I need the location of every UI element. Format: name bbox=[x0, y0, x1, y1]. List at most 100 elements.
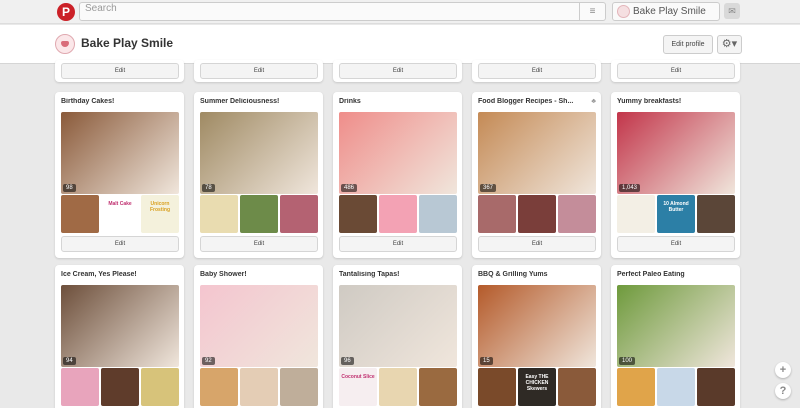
pin-count-badge: 367 bbox=[480, 184, 497, 192]
board-thumbnail[interactable] bbox=[141, 368, 179, 406]
pin-count-badge: 486 bbox=[341, 184, 358, 192]
pin-count-badge: 92 bbox=[202, 357, 215, 365]
board-cover-image[interactable]: 367 bbox=[478, 112, 596, 194]
board-title[interactable]: Food Blogger Recipes - Sh... bbox=[478, 98, 594, 105]
board-title[interactable]: Drinks bbox=[339, 98, 455, 105]
profile-header: Bake Play Smile Edit profile ⚙▾ bbox=[0, 25, 800, 64]
pin-count-badge: 100 bbox=[619, 357, 636, 365]
user-avatar bbox=[617, 5, 630, 18]
board-thumbnail[interactable] bbox=[419, 195, 457, 233]
add-pin-button[interactable]: + bbox=[775, 362, 791, 378]
board-thumbnails: Coconut Slice bbox=[339, 368, 457, 406]
board-thumbnail[interactable] bbox=[379, 368, 417, 406]
thumbnail-caption: Easy THE CHICKEN Skewers bbox=[525, 374, 549, 392]
edit-board-button[interactable]: Edit bbox=[339, 63, 457, 79]
board-thumbnails bbox=[200, 368, 318, 406]
board-card[interactable]: Baby Shower! 92 bbox=[194, 265, 323, 408]
profile-avatar[interactable] bbox=[55, 34, 75, 54]
board-card[interactable]: Tantalising Tapas! 96 Coconut Slice bbox=[333, 265, 462, 408]
board-thumbnail[interactable] bbox=[478, 195, 516, 233]
board-thumbnail[interactable] bbox=[240, 195, 278, 233]
profile-name[interactable]: Bake Play Smile bbox=[81, 36, 173, 50]
board-card[interactable]: Yummy breakfasts! 1,043 10 Almond Butter Ed… bbox=[611, 92, 740, 258]
board-thumbnails bbox=[478, 195, 596, 233]
board-thumbnail[interactable] bbox=[617, 368, 655, 406]
board-card[interactable]: Birthday Cakes! 98 Malt Cake Unicorn Frosti… bbox=[55, 92, 184, 258]
edit-board-button[interactable]: Edit bbox=[200, 236, 318, 252]
board-thumbnail[interactable]: Coconut Slice bbox=[339, 368, 377, 406]
board-cover-image[interactable]: 78 bbox=[200, 112, 318, 194]
board-thumbnail[interactable] bbox=[240, 368, 278, 406]
board-card[interactable]: Drinks 486 Edit bbox=[333, 92, 462, 258]
search-placeholder: Search bbox=[85, 3, 117, 14]
board-thumbnail[interactable] bbox=[518, 195, 556, 233]
board-title[interactable]: Perfect Paleo Eating bbox=[617, 271, 733, 278]
search-menu-icon[interactable]: ≡ bbox=[579, 3, 605, 20]
board-thumbnail[interactable] bbox=[280, 368, 318, 406]
board-thumbnails bbox=[617, 368, 735, 406]
board-card[interactable]: Perfect Paleo Eating 100 bbox=[611, 265, 740, 408]
board-card[interactable]: Ice Cream, Yes Please! 94 bbox=[55, 265, 184, 408]
board-thumbnail[interactable] bbox=[339, 195, 377, 233]
user-profile-button[interactable]: Bake Play Smile bbox=[612, 2, 720, 21]
board-thumbnail[interactable]: Unicorn Frosting bbox=[141, 195, 179, 233]
edit-board-button[interactable]: Edit bbox=[61, 63, 179, 79]
board-thumbnail[interactable] bbox=[697, 195, 735, 233]
board-thumbnail[interactable] bbox=[101, 368, 139, 406]
board-card[interactable]: Food Blogger Recipes - Sh... ♣ 367 Edit bbox=[472, 92, 601, 258]
board-thumbnail[interactable]: Malt Cake bbox=[101, 195, 139, 233]
board-title[interactable]: BBQ & Grilling Yums bbox=[478, 271, 594, 278]
board-thumbnail[interactable] bbox=[419, 368, 457, 406]
board-title[interactable]: Summer Deliciousness! bbox=[200, 98, 316, 105]
edit-board-button[interactable]: Edit bbox=[478, 63, 596, 79]
board-title[interactable]: Birthday Cakes! bbox=[61, 98, 177, 105]
board-cover-image[interactable]: 98 bbox=[61, 112, 179, 194]
board-thumbnail[interactable] bbox=[657, 368, 695, 406]
board-cover-image[interactable]: 100 bbox=[617, 285, 735, 367]
edit-board-button[interactable]: Edit bbox=[339, 236, 457, 252]
board-title[interactable]: Baby Shower! bbox=[200, 271, 316, 278]
pin-count-badge: 78 bbox=[202, 184, 215, 192]
user-name: Bake Play Smile bbox=[633, 6, 706, 17]
board-thumbnail[interactable] bbox=[558, 195, 596, 233]
board-card[interactable]: Summer Deliciousness! 78 Edit bbox=[194, 92, 323, 258]
board-thumbnail[interactable] bbox=[558, 368, 596, 406]
board-title[interactable]: Tantalising Tapas! bbox=[339, 271, 455, 278]
board-card[interactable]: BBQ & Grilling Yums 15 Easy THE CHICKEN Sk… bbox=[472, 265, 601, 408]
edit-board-button[interactable]: Edit bbox=[617, 236, 735, 252]
board-thumbnail[interactable] bbox=[697, 368, 735, 406]
board-title[interactable]: Yummy breakfasts! bbox=[617, 98, 733, 105]
thumbnail-caption: Malt Cake bbox=[108, 201, 132, 207]
group-board-icon: ♣ bbox=[591, 98, 596, 105]
board-thumbnail[interactable] bbox=[617, 195, 655, 233]
edit-profile-button[interactable]: Edit profile bbox=[663, 35, 713, 54]
board-cover-image[interactable]: 94 bbox=[61, 285, 179, 367]
help-icon[interactable]: ? bbox=[775, 383, 791, 399]
board-thumbnail[interactable] bbox=[379, 195, 417, 233]
search-input[interactable]: Search bbox=[79, 2, 606, 21]
board-title[interactable]: Ice Cream, Yes Please! bbox=[61, 271, 177, 278]
board-cover-image[interactable]: 486 bbox=[339, 112, 457, 194]
board-cover-image[interactable]: 92 bbox=[200, 285, 318, 367]
messages-icon[interactable]: ✉ bbox=[724, 3, 740, 19]
board-thumbnails bbox=[339, 195, 457, 233]
board-thumbnail[interactable] bbox=[61, 368, 99, 406]
board-thumbnail[interactable]: 10 Almond Butter bbox=[657, 195, 695, 233]
board-cover-image[interactable]: 15 bbox=[478, 285, 596, 367]
pin-count-badge: 15 bbox=[480, 357, 493, 365]
board-cover-image[interactable]: 96 bbox=[339, 285, 457, 367]
pinterest-logo-icon[interactable]: P bbox=[57, 3, 75, 21]
board-thumbnail[interactable] bbox=[280, 195, 318, 233]
settings-gear-icon[interactable]: ⚙▾ bbox=[717, 35, 742, 54]
board-thumbnail[interactable] bbox=[478, 368, 516, 406]
board-thumbnail[interactable] bbox=[200, 368, 238, 406]
board-thumbnails: Easy THE CHICKEN Skewers bbox=[478, 368, 596, 406]
board-cover-image[interactable]: 1,043 bbox=[617, 112, 735, 194]
board-thumbnail[interactable]: Easy THE CHICKEN Skewers bbox=[518, 368, 556, 406]
board-thumbnail[interactable] bbox=[61, 195, 99, 233]
edit-board-button[interactable]: Edit bbox=[617, 63, 735, 79]
edit-board-button[interactable]: Edit bbox=[61, 236, 179, 252]
board-thumbnail[interactable] bbox=[200, 195, 238, 233]
edit-board-button[interactable]: Edit bbox=[478, 236, 596, 252]
edit-board-button[interactable]: Edit bbox=[200, 63, 318, 79]
